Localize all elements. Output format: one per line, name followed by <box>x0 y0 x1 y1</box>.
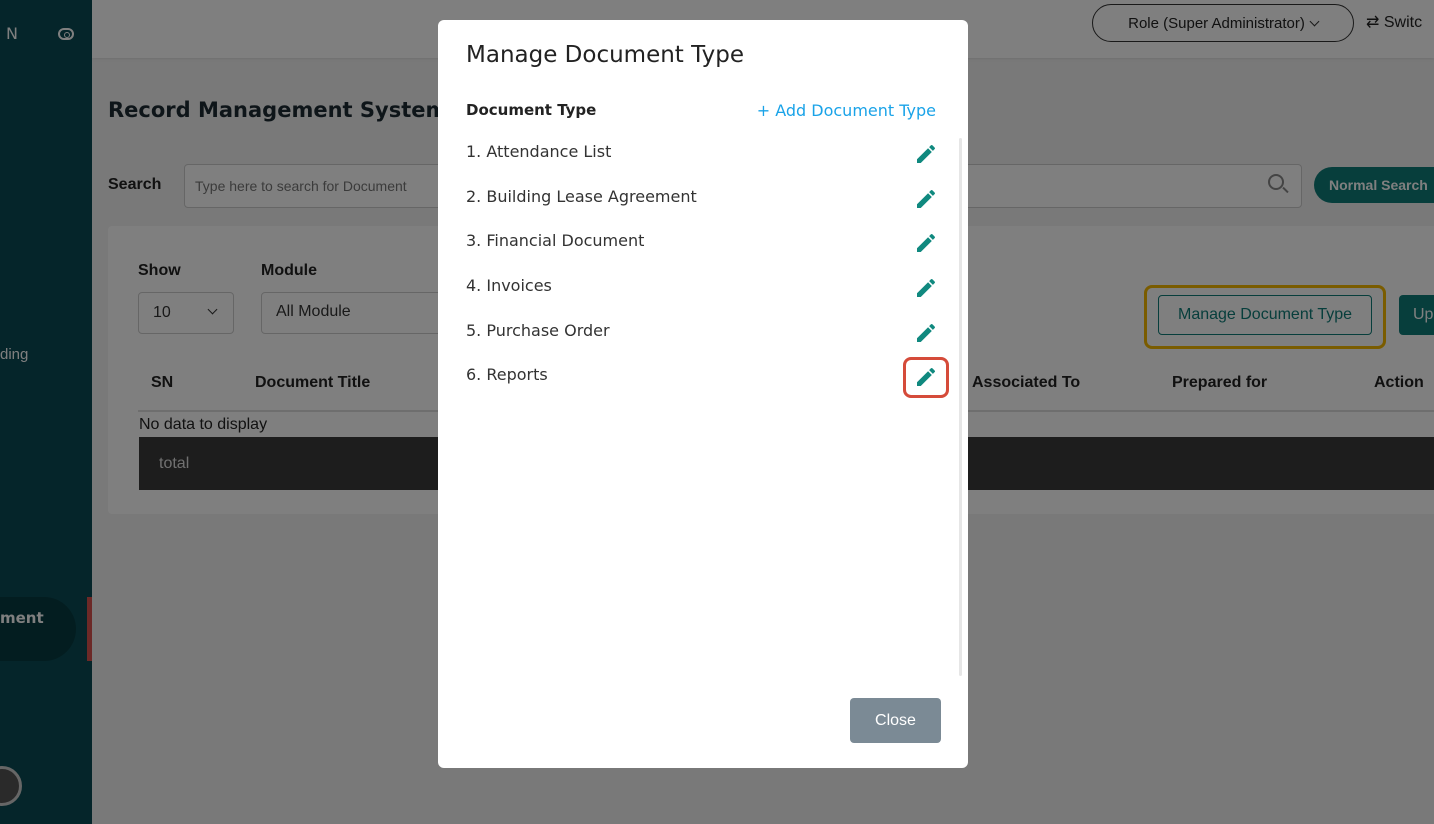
list-item: 1. Attendance List <box>466 138 940 183</box>
manage-document-type-modal: Manage Document Type Document Type + Add… <box>438 20 968 768</box>
edit-icon[interactable] <box>914 231 938 255</box>
scrollbar[interactable] <box>959 138 962 676</box>
document-type-label: 6. Reports <box>466 365 548 385</box>
list-item: 4. Invoices <box>466 272 940 317</box>
edit-icon[interactable] <box>914 321 938 345</box>
edit-icon[interactable] <box>914 276 938 300</box>
document-type-label: 2. Building Lease Agreement <box>466 186 697 206</box>
document-type-column-header: Document Type <box>466 101 597 119</box>
list-item: 5. Purchase Order <box>466 317 940 362</box>
document-type-label: 3. Financial Document <box>466 231 645 251</box>
list-item: 2. Building Lease Agreement <box>466 183 940 228</box>
document-type-label: 4. Invoices <box>466 276 552 296</box>
document-type-label: 5. Purchase Order <box>466 320 610 340</box>
edit-icon[interactable] <box>914 187 938 211</box>
modal-title: Manage Document Type <box>466 42 744 68</box>
document-type-label: 1. Attendance List <box>466 142 612 161</box>
list-item: 3. Financial Document <box>466 227 940 272</box>
add-document-type-link[interactable]: + Add Document Type <box>757 101 936 120</box>
edit-icon[interactable] <box>914 142 938 166</box>
document-type-list: 1. Attendance List 2. Building Lease Agr… <box>466 138 940 406</box>
list-item: 6. Reports <box>466 361 940 406</box>
edit-icon-highlight <box>903 357 949 398</box>
close-button[interactable]: Close <box>850 698 941 743</box>
